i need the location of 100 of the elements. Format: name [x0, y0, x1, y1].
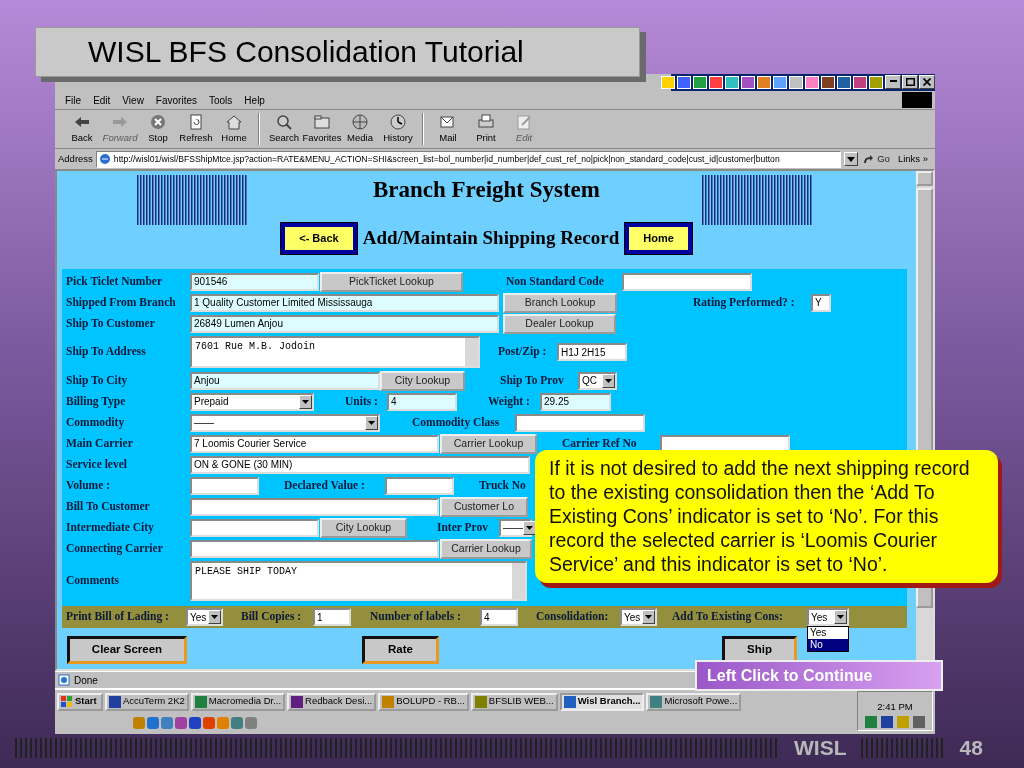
dropdown-button[interactable]: [844, 152, 859, 166]
close-icon: [923, 78, 931, 86]
menu-item[interactable]: Tools: [209, 92, 233, 108]
input-field[interactable]: [622, 272, 752, 291]
dropdown-button[interactable]: [208, 610, 221, 624]
dropdown-option[interactable]: Yes: [808, 627, 848, 639]
toolbar-button[interactable]: Mail: [429, 112, 467, 146]
input-field[interactable]: Y: [811, 293, 831, 312]
dropdown-button[interactable]: [299, 394, 312, 409]
toolbar-button[interactable]: Print: [467, 112, 505, 146]
start-button[interactable]: Start: [57, 692, 103, 711]
select-field[interactable]: Yes: [807, 608, 849, 626]
toolbar-button[interactable]: History: [379, 112, 417, 146]
taskbar-button[interactable]: BOLUPD - RB...: [378, 692, 469, 711]
input-field[interactable]: ON & GONE (30 MIN): [190, 455, 530, 474]
dropdown-button[interactable]: [642, 610, 655, 624]
input-field[interactable]: 1 Quality Customer Limited Mississauga: [190, 293, 499, 312]
menu-item[interactable]: File: [65, 92, 82, 108]
app-icon[interactable]: [709, 76, 723, 89]
quick-launch-icon[interactable]: [189, 716, 201, 729]
input-field[interactable]: H1J 2H15: [557, 343, 627, 361]
lookup-button[interactable]: Branch Lookup: [503, 292, 617, 313]
scrollbar[interactable]: [512, 563, 525, 599]
taskbar-button[interactable]: Wisl Branch...: [559, 692, 645, 711]
continue-button[interactable]: Left Click to Continue: [695, 660, 943, 691]
input-field[interactable]: 4: [480, 608, 518, 626]
input-field[interactable]: [190, 497, 439, 516]
taskbar-button[interactable]: Microsoft Powe...: [646, 692, 742, 711]
select-field[interactable]: ——: [190, 413, 380, 432]
lookup-button[interactable]: Customer Lo: [440, 496, 528, 517]
links-button[interactable]: Links »: [893, 151, 932, 167]
input-field[interactable]: [515, 413, 645, 432]
maximize-button[interactable]: [902, 75, 918, 89]
input-field[interactable]: 1: [313, 608, 351, 626]
app-icon[interactable]: [741, 76, 755, 89]
scrollbar[interactable]: [465, 338, 478, 366]
app-icon: [194, 695, 207, 708]
toolbar-button[interactable]: Stop: [139, 112, 177, 146]
lookup-button[interactable]: City Lookup: [320, 517, 407, 538]
go-button[interactable]: Go: [861, 150, 891, 168]
toolbar-button[interactable]: Favorites: [303, 112, 341, 146]
caret-icon: [645, 615, 652, 619]
app-icon[interactable]: [677, 76, 691, 89]
toolbar-button[interactable]: Home: [215, 112, 253, 146]
menu-item[interactable]: Edit: [93, 92, 111, 108]
input-field[interactable]: [385, 476, 454, 495]
scroll-up-button[interactable]: [916, 171, 933, 186]
app-icon[interactable]: [837, 76, 851, 89]
taskbar-button[interactable]: BFSLIB WEB...: [470, 692, 558, 711]
input-field[interactable]: [190, 539, 439, 558]
input-field[interactable]: Anjou: [190, 371, 380, 390]
input-field[interactable]: 4: [387, 392, 457, 411]
close-button[interactable]: [919, 75, 935, 89]
dropdown-button[interactable]: [834, 610, 847, 624]
dropdown-button[interactable]: [602, 373, 615, 388]
home-button[interactable]: Home: [625, 223, 692, 254]
lookup-button[interactable]: Carrier Lookup: [440, 433, 537, 454]
action-button[interactable]: Clear Screen: [67, 636, 187, 664]
taskbar-button[interactable]: Macromedia Dr...: [190, 692, 286, 711]
quick-launch-icon[interactable]: [161, 716, 173, 729]
dropdown-button[interactable]: [365, 415, 378, 430]
input-field[interactable]: 29.25: [540, 392, 611, 411]
action-button[interactable]: Rate: [362, 636, 439, 664]
minimize-button[interactable]: [885, 75, 901, 89]
select-field[interactable]: Prepaid: [190, 392, 314, 411]
quick-launch-icon[interactable]: [231, 716, 243, 729]
lookup-button[interactable]: Dealer Lookup: [503, 313, 616, 334]
quick-launch-icon[interactable]: [245, 716, 257, 729]
select-field[interactable]: Yes: [186, 608, 223, 626]
app-icon[interactable]: [853, 76, 867, 89]
select-field[interactable]: Yes: [620, 608, 657, 626]
lookup-button[interactable]: PickTicket Lookup: [320, 271, 463, 292]
input-field[interactable]: 7 Loomis Courier Service: [190, 434, 439, 453]
select-field[interactable]: ——: [499, 518, 532, 537]
quick-launch-icon[interactable]: [175, 716, 187, 729]
lookup-button[interactable]: Carrier Lookup: [440, 538, 532, 559]
text-area[interactable]: 7601 Rue M.B. Jodoin: [190, 336, 480, 368]
address-field[interactable]: http://wisl01/wisl/BFSShipMtce.jsp?action=RATE&MENU_ACTION=SHI&screen_list=bol_number|id_number|def_cust_ref_no|pick|non_standard_code|cust_id|customer|button: [95, 150, 842, 168]
input-field[interactable]: 901546: [190, 272, 319, 291]
text-area[interactable]: PLEASE SHIP TODAY: [190, 561, 527, 601]
quick-launch-icon[interactable]: [203, 716, 215, 729]
taskbar-button[interactable]: Redback Desi...: [287, 692, 377, 711]
select-field[interactable]: QC: [578, 371, 617, 390]
toolbar-button[interactable]: Back: [63, 112, 101, 146]
menu-item[interactable]: Help: [244, 92, 265, 108]
input-field[interactable]: [190, 476, 259, 495]
input-field[interactable]: 26849 Lumen Anjou: [190, 314, 499, 333]
back-button[interactable]: <- Back: [281, 223, 357, 254]
menu-item[interactable]: Favorites: [155, 92, 197, 108]
toolbar-button[interactable]: Search: [265, 112, 303, 146]
lookup-button[interactable]: City Lookup: [380, 370, 465, 391]
taskbar-button[interactable]: AccuTerm 2K2: [105, 692, 189, 711]
input-field[interactable]: [190, 518, 319, 537]
toolbar-button[interactable]: Refresh: [177, 112, 215, 146]
app-icon[interactable]: [821, 76, 835, 89]
app-icon[interactable]: [693, 76, 707, 89]
toolbar-button[interactable]: Media: [341, 112, 379, 146]
quick-launch-icon[interactable]: [147, 716, 159, 729]
menu-item[interactable]: View: [122, 92, 144, 108]
dropdown-option[interactable]: No: [808, 639, 848, 651]
